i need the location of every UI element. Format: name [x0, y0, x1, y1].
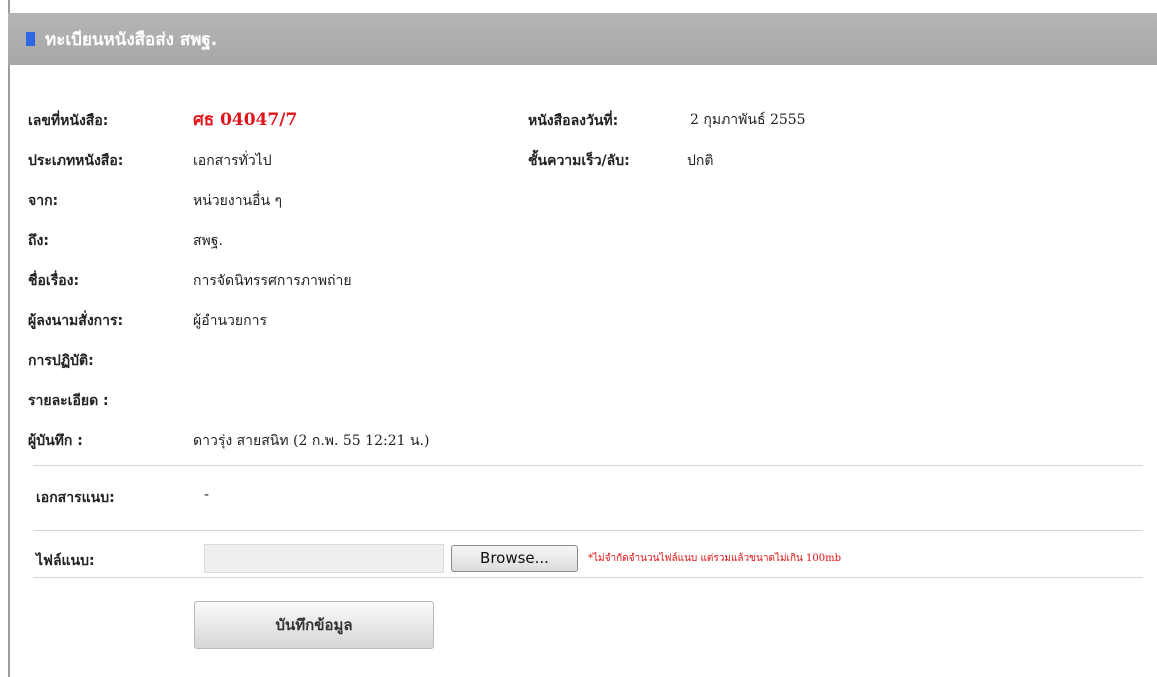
doc-date-value: 2 กุมภาพันธ์ 2555: [690, 112, 806, 128]
doc-no-label: เลขที่หนังสือ:: [28, 113, 109, 129]
signer-value: ผู้อำนวยการ: [193, 313, 267, 329]
recorder-value: ดาวรุ่ง สายสนิท (2 ก.พ. 55 12:21 น.): [193, 433, 430, 449]
doc-type-label: ประเภทหนังสือ:: [28, 153, 124, 169]
upload-note: *ไม่จำกัดจำนวนไฟล์แนบ แต่รวมแล้วขนาดไม่เ…: [588, 553, 842, 564]
browse-button[interactable]: Browse...: [451, 545, 578, 572]
to-label: ถึง:: [28, 233, 49, 249]
attachments-value: -: [204, 487, 210, 503]
urgency-value: ปกติ: [687, 153, 714, 169]
upload-label: ไฟล์แนบ:: [36, 553, 95, 569]
from-label: จาก:: [28, 193, 59, 209]
subject-label: ชื่อเรื่อง:: [28, 273, 80, 289]
detail-label: รายละเอียด :: [28, 393, 109, 409]
section-title: ทะเบียนหนังสือส่ง สพฐ.: [45, 29, 218, 50]
subject-value: การจัดนิทรรศการภาพถ่าย: [193, 273, 352, 289]
file-path-input[interactable]: [204, 544, 444, 573]
header-marker-icon: [26, 32, 35, 46]
divider: [33, 577, 1143, 578]
action-label: การปฏิบัติ:: [28, 353, 94, 369]
doc-type-value: เอกสารทั่วไป: [193, 153, 272, 169]
from-value: หน่วยงานอื่น ๆ: [193, 193, 283, 209]
signer-label: ผู้ลงนามสั่งการ:: [28, 313, 124, 329]
recorder-label: ผู้บันทึก :: [28, 433, 83, 449]
doc-no-value: ศธ 04047/7: [193, 110, 298, 130]
left-border: [8, 0, 10, 677]
divider: [33, 530, 1143, 531]
doc-date-label: หนังสือลงวันที่:: [528, 113, 619, 129]
section-header: ทะเบียนหนังสือส่ง สพฐ.: [8, 13, 1157, 65]
urgency-label: ชั้นความเร็ว/ลับ:: [528, 153, 630, 169]
save-button[interactable]: บันทึกข้อมูล: [194, 601, 434, 649]
page: ทะเบียนหนังสือส่ง สพฐ. เลขที่หนังสือ: ศธ…: [0, 0, 1157, 677]
attachments-label: เอกสารแนบ:: [36, 490, 115, 506]
to-value: สพฐ.: [193, 233, 223, 249]
divider: [33, 465, 1143, 466]
